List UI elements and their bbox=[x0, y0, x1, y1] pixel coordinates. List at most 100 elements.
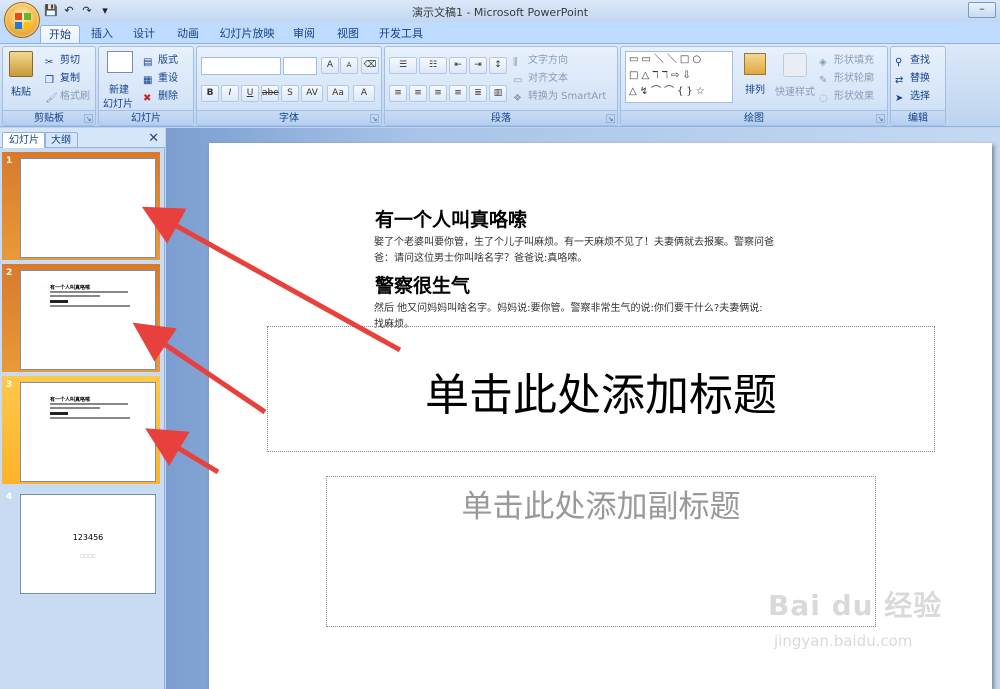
tab-home[interactable]: 开始 bbox=[40, 25, 80, 43]
slide-paragraph-1: 娶了个老婆叫要你管，生了个儿子叫麻烦。有一天麻烦不见了！夫妻俩就去报案。警察问爸… bbox=[374, 235, 774, 267]
strikethrough-button[interactable]: abe bbox=[261, 85, 279, 102]
arrange-icon[interactable] bbox=[744, 53, 766, 75]
dialog-launcher-icon[interactable]: ↘ bbox=[84, 114, 93, 123]
baidu-watermark: Bai du 经验 jingyan.baidu.com bbox=[768, 584, 998, 674]
justify-icon[interactable]: ≡ bbox=[449, 85, 467, 102]
office-button[interactable] bbox=[4, 2, 40, 38]
font-launcher-icon[interactable]: ↘ bbox=[370, 114, 379, 123]
tab-insert[interactable]: 插入 bbox=[84, 25, 120, 43]
reset-label: 重设 bbox=[158, 73, 178, 84]
italic-button[interactable]: I bbox=[221, 85, 239, 102]
align-text-button[interactable]: ▭ 对齐文本 bbox=[513, 69, 568, 87]
bold-button[interactable]: B bbox=[201, 85, 219, 102]
thumbnail-slot-1[interactable]: 1 bbox=[2, 152, 160, 260]
undo-icon[interactable]: ↶ bbox=[62, 4, 76, 18]
watermark-url: jingyan.baidu.com bbox=[774, 632, 913, 650]
tab-animation[interactable]: 动画 bbox=[170, 25, 206, 43]
paste-icon[interactable] bbox=[9, 51, 33, 77]
shapes-gallery[interactable]: ▭▭＼＼□○ □△ℸℸ⇨⇩ △↯⌒⌒{}☆ bbox=[625, 51, 733, 103]
align-left-icon[interactable]: ≡ bbox=[389, 85, 407, 102]
scissors-icon: ✂ bbox=[45, 57, 54, 68]
slide-thumbnails: 1 2 有一个人叫真咯嗦 3 有一个人叫真咯嗦 4 123456 □□□□ bbox=[0, 148, 165, 689]
thumbnail-title: 有一个人叫真咯嗦 bbox=[50, 397, 91, 403]
copy-button[interactable]: ❐ 复制 bbox=[45, 69, 80, 87]
tab-review[interactable]: 审阅 bbox=[286, 25, 322, 43]
replace-button[interactable]: ⇄ 替换 bbox=[895, 69, 930, 87]
shrink-font-button[interactable]: A bbox=[340, 57, 358, 74]
thumbnail-slot-4[interactable]: 4 123456 □□□□ bbox=[2, 488, 160, 596]
select-button[interactable]: ➤ 选择 bbox=[895, 87, 930, 105]
numbering-icon[interactable]: ☷ bbox=[419, 57, 447, 74]
align-text-icon: ▭ bbox=[513, 75, 523, 86]
new-slide-label-2[interactable]: 幻灯片 bbox=[103, 95, 133, 110]
paragraph-2-line-1: 然后 他又问妈妈叫啥名字。妈妈说:要你管。警察非常生气的说:你们要干什么?夫妻俩… bbox=[374, 303, 763, 314]
quick-styles-button[interactable]: 快速样式 bbox=[775, 83, 815, 98]
cut-button[interactable]: ✂ 剪切 bbox=[45, 51, 80, 69]
format-painter-button[interactable]: 🖌 格式刷 bbox=[45, 87, 90, 105]
font-size-dropdown[interactable] bbox=[283, 57, 317, 75]
layout-button[interactable]: ▤ 版式 bbox=[143, 51, 178, 69]
line-spacing-icon[interactable]: ↕ bbox=[489, 57, 507, 74]
align-center-icon[interactable]: ≡ bbox=[409, 85, 427, 102]
text-direction-button[interactable]: ⫼ 文字方向 bbox=[513, 51, 568, 69]
paragraph-launcher-icon[interactable]: ↘ bbox=[606, 114, 615, 123]
paste-button[interactable]: 粘贴 bbox=[11, 83, 31, 98]
clear-format-icon[interactable]: ⌫ bbox=[361, 57, 379, 74]
distribute-icon[interactable]: ≣ bbox=[469, 85, 487, 102]
new-slide-label[interactable]: 新建 bbox=[109, 81, 129, 96]
font-color-button[interactable]: A bbox=[353, 85, 375, 102]
save-icon[interactable]: 💾 bbox=[44, 4, 58, 18]
minimize-button[interactable]: – bbox=[968, 2, 996, 18]
shape-outline-button[interactable]: ✎ 形状轮廓 bbox=[819, 69, 874, 87]
shape-effects-button[interactable]: ◌ 形状效果 bbox=[819, 87, 874, 105]
slide-thumbnail[interactable]: 有一个人叫真咯嗦 bbox=[20, 382, 156, 482]
decrease-indent-icon[interactable]: ⇤ bbox=[449, 57, 467, 74]
tab-developer[interactable]: 开发工具 bbox=[376, 25, 426, 43]
new-slide-icon[interactable] bbox=[107, 51, 133, 73]
reset-button[interactable]: ▦ 重设 bbox=[143, 69, 178, 87]
spacing-button[interactable]: AV bbox=[301, 85, 323, 102]
arrange-button[interactable]: 排列 bbox=[745, 81, 765, 96]
drawing-launcher-icon[interactable]: ↘ bbox=[876, 114, 885, 123]
slide-thumbnail[interactable]: 123456 □□□□ bbox=[20, 494, 156, 594]
delete-button[interactable]: ✖ 删除 bbox=[143, 87, 178, 105]
font-name-dropdown[interactable] bbox=[201, 57, 281, 75]
thumbnail-text-line bbox=[50, 291, 128, 293]
increase-indent-icon[interactable]: ⇥ bbox=[469, 57, 487, 74]
close-icon[interactable]: ✕ bbox=[148, 131, 159, 146]
tab-outline-panel[interactable]: 大纲 bbox=[44, 132, 78, 148]
customize-qat-icon[interactable]: ▾ bbox=[98, 4, 112, 18]
grow-font-button[interactable]: A bbox=[321, 57, 339, 74]
quick-styles-icon[interactable] bbox=[783, 53, 807, 77]
format-painter-label: 格式刷 bbox=[60, 91, 90, 102]
redo-icon[interactable]: ↷ bbox=[80, 4, 94, 18]
thumbnail-text-line bbox=[50, 300, 68, 303]
thumbnail-slot-3[interactable]: 3 有一个人叫真咯嗦 bbox=[2, 376, 160, 484]
tab-design[interactable]: 设计 bbox=[126, 25, 162, 43]
find-button[interactable]: ⚲ 查找 bbox=[895, 51, 930, 69]
watermark-brand: Bai du 经验 bbox=[768, 589, 943, 622]
align-right-icon[interactable]: ≡ bbox=[429, 85, 447, 102]
thumbnail-slot-2[interactable]: 2 有一个人叫真咯嗦 bbox=[2, 264, 160, 372]
change-case-button[interactable]: Aa bbox=[327, 85, 349, 102]
tab-view[interactable]: 视图 bbox=[330, 25, 366, 43]
brush-icon: 🖌 bbox=[45, 93, 58, 104]
underline-button[interactable]: U bbox=[241, 85, 259, 102]
thumbnail-title: 有一个人叫真咯嗦 bbox=[50, 285, 91, 291]
bullets-icon[interactable]: ☰ bbox=[389, 57, 417, 74]
shape-effects-label: 形状效果 bbox=[834, 91, 874, 102]
shadow-button[interactable]: S bbox=[281, 85, 299, 102]
shape-fill-button[interactable]: ◈ 形状填充 bbox=[819, 51, 874, 69]
convert-smartart-button[interactable]: ❖ 转换为 SmartArt bbox=[513, 87, 606, 105]
title-placeholder[interactable]: 单击此处添加标题 bbox=[267, 326, 935, 452]
tab-slides-panel[interactable]: 幻灯片 bbox=[2, 132, 46, 148]
columns-icon[interactable]: ▥ bbox=[489, 85, 507, 102]
align-text-label: 对齐文本 bbox=[528, 73, 568, 84]
group-label-drawing: 绘图 bbox=[621, 110, 887, 125]
slide-thumbnail[interactable] bbox=[20, 158, 156, 258]
effects-icon: ◌ bbox=[819, 93, 828, 104]
slide-heading-2: 警察很生气 bbox=[375, 275, 471, 297]
paragraph-1-line-2: 爸：请问这位男士你叫啥名字？爸爸说:真咯嗦。 bbox=[374, 253, 588, 264]
slide-thumbnail[interactable]: 有一个人叫真咯嗦 bbox=[20, 270, 156, 370]
tab-slideshow[interactable]: 幻灯片放映 bbox=[216, 25, 278, 43]
